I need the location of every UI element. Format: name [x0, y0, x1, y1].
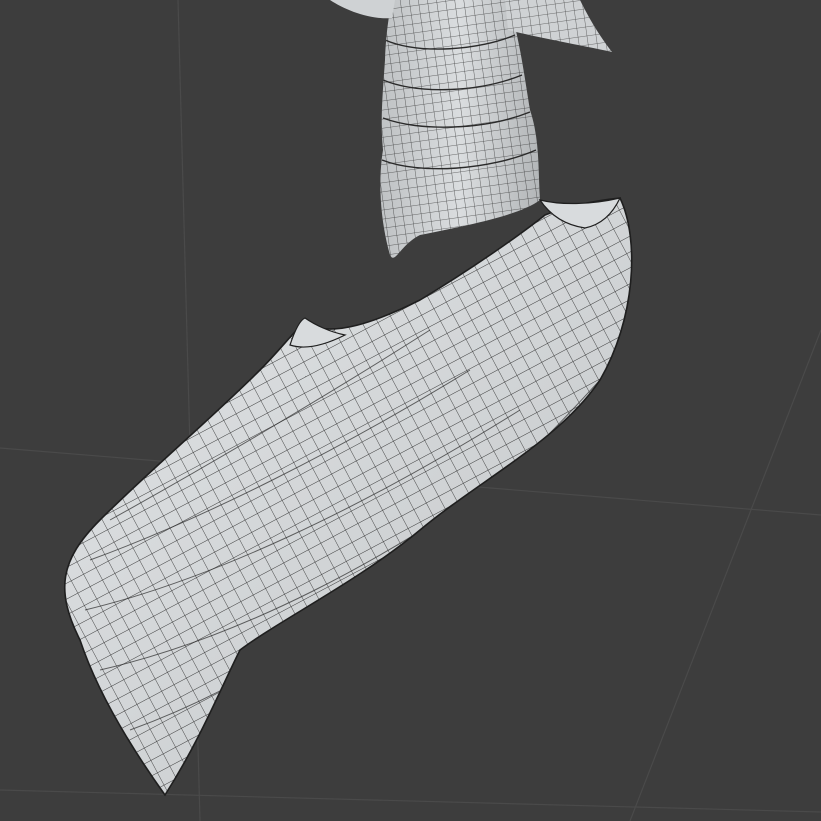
- handle-mesh[interactable]: [370, 0, 550, 270]
- viewport-canvas[interactable]: [0, 0, 821, 821]
- 3d-viewport[interactable]: [0, 0, 821, 821]
- blade-mesh[interactable]: [40, 180, 660, 820]
